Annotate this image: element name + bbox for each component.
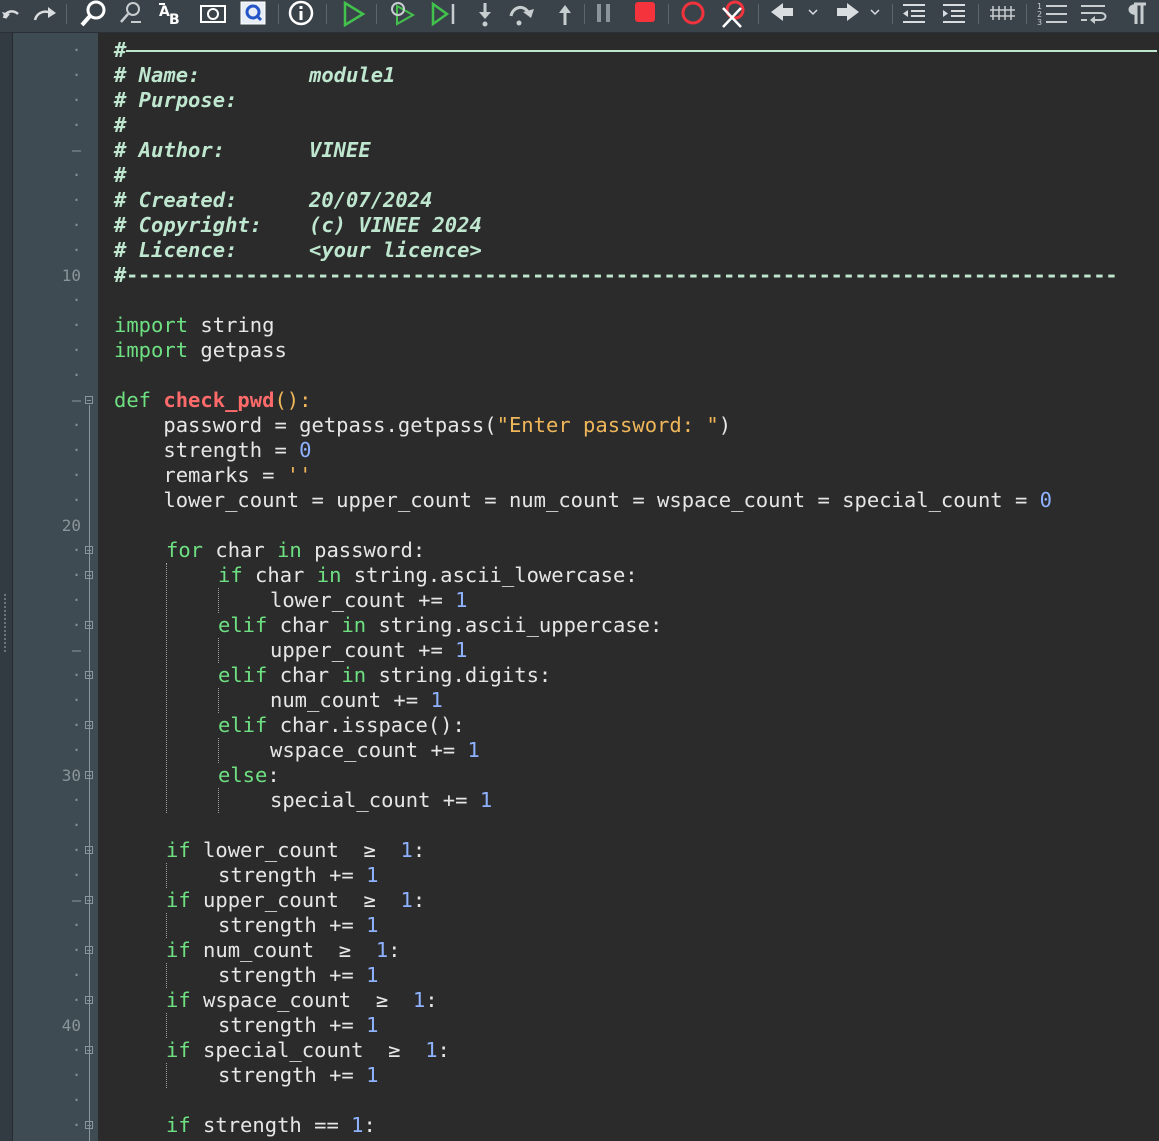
code-line: if num_count ≥ 1:	[166, 938, 401, 962]
code-line: #	[114, 113, 127, 137]
code-line: # Licence: <your licence>	[114, 238, 482, 262]
unindent-icon[interactable]	[898, 0, 930, 28]
comment-rule	[126, 50, 1157, 52]
code-line: # Copyright: (c) VINEE 2024	[114, 213, 482, 237]
fold-marker-icon[interactable]	[85, 896, 93, 904]
code-line: else:	[218, 763, 280, 787]
code-line: if upper_count ≥ 1:	[166, 888, 426, 912]
code-line: elif char in string.digits:	[218, 663, 552, 687]
code-line: #---------------------------------------…	[114, 263, 1118, 287]
code-line: password = getpass.getpass("Enter passwo…	[114, 413, 732, 437]
line-number-10: 10	[61, 266, 81, 285]
fold-marker-icon[interactable]	[85, 1046, 93, 1054]
code-line: strength += 1	[218, 1013, 379, 1037]
comment-icon[interactable]	[986, 0, 1020, 28]
screenshot-icon[interactable]	[196, 0, 230, 28]
code-line: if special_count ≥ 1:	[166, 1038, 450, 1062]
svg-text:B: B	[169, 12, 180, 28]
indent-icon[interactable]	[938, 0, 970, 28]
line-number-gutter: · · · · – · · · · 10 · · · · – · · · · 2…	[13, 33, 98, 1141]
code-line: strength += 1	[218, 863, 379, 887]
back-icon[interactable]	[766, 0, 824, 28]
code-line: # Created: 20/07/2024	[114, 188, 433, 212]
fold-marker-icon[interactable]	[85, 396, 93, 404]
left-splitter[interactable]	[0, 33, 13, 1141]
pause-icon[interactable]	[590, 0, 618, 28]
code-line: if wspace_count ≥ 1:	[166, 988, 438, 1012]
pilcrow-icon[interactable]	[1118, 0, 1152, 28]
numbered-list-icon[interactable]: 123	[1034, 0, 1070, 28]
line-number-20: 20	[61, 516, 81, 535]
code-line: #	[114, 163, 127, 187]
step-into-icon[interactable]	[472, 0, 498, 28]
fold-marker-icon[interactable]	[85, 846, 93, 854]
redo-icon[interactable]	[30, 0, 58, 28]
code-line: def check_pwd():	[114, 388, 312, 412]
code-line: strength = 0	[114, 438, 312, 462]
fold-marker-icon[interactable]	[85, 621, 93, 629]
forward-icon[interactable]	[828, 0, 886, 28]
info-icon[interactable]	[284, 0, 318, 28]
code-line: for char in password:	[166, 538, 426, 562]
code-line: if lower_count ≥ 1:	[166, 838, 426, 862]
code-line: special_count += 1	[270, 788, 493, 812]
code-line: import string	[114, 313, 275, 337]
splitter-grip-icon[interactable]	[3, 593, 7, 653]
code-line: lower_count += 1	[270, 588, 468, 612]
code-line: upper_count += 1	[270, 638, 468, 662]
code-line: # Author: VINEE	[114, 138, 371, 162]
code-line: strength += 1	[218, 1063, 379, 1087]
code-line: elif char.isspace():	[218, 713, 465, 737]
run-icon[interactable]	[336, 0, 370, 28]
find-replace-icon[interactable]	[116, 0, 146, 28]
code-line: num_count += 1	[270, 688, 443, 712]
fold-marker-icon[interactable]	[85, 946, 93, 954]
svg-text:3: 3	[1037, 18, 1042, 27]
zoom-search-icon[interactable]	[236, 0, 270, 28]
fold-marker-icon[interactable]	[85, 1121, 93, 1129]
step-icon[interactable]	[426, 0, 460, 28]
code-line: import getpass	[114, 338, 287, 362]
code-editor[interactable]: # # Name: module1 # Purpose: # # Author: V…	[98, 33, 1159, 1141]
code-line: wspace_count += 1	[270, 738, 480, 762]
find-icon[interactable]	[76, 0, 110, 28]
code-line: # Name: module1	[114, 63, 396, 87]
step-out-icon[interactable]	[552, 0, 578, 28]
line-number-30: 30	[61, 766, 81, 785]
code-line: elif char in string.ascii_uppercase:	[218, 613, 663, 637]
code-line: lower_count = upper_count = num_count = …	[114, 488, 1052, 512]
code-line: strength += 1	[218, 913, 379, 937]
wrap-icon[interactable]	[1076, 0, 1110, 28]
fold-marker-icon[interactable]	[85, 721, 93, 729]
fold-marker-icon[interactable]	[85, 546, 93, 554]
fold-marker-icon[interactable]	[85, 996, 93, 1004]
fold-marker-icon[interactable]	[85, 671, 93, 679]
toolbar: AB 1 2 3	[0, 0, 1159, 33]
clear-breakpoints-icon[interactable]	[716, 0, 750, 28]
stop-icon[interactable]	[630, 0, 660, 28]
undo-icon[interactable]	[0, 0, 20, 28]
code-line: if char in string.ascii_lowercase:	[218, 563, 638, 587]
code-line: if strength == 1:	[166, 1113, 376, 1137]
code-line: # Purpose:	[114, 88, 238, 112]
code-line: #	[114, 38, 127, 62]
fold-marker-icon[interactable]	[85, 771, 93, 779]
fold-marker-icon[interactable]	[85, 571, 93, 579]
step-over-icon[interactable]	[506, 0, 538, 28]
breakpoint-icon[interactable]	[676, 0, 710, 28]
code-line: strength += 1	[218, 963, 379, 987]
debug-icon[interactable]	[386, 0, 420, 28]
spell-check-icon[interactable]: AB	[154, 0, 188, 28]
line-number-40: 40	[61, 1016, 81, 1035]
code-line: remarks = ''	[114, 463, 312, 487]
